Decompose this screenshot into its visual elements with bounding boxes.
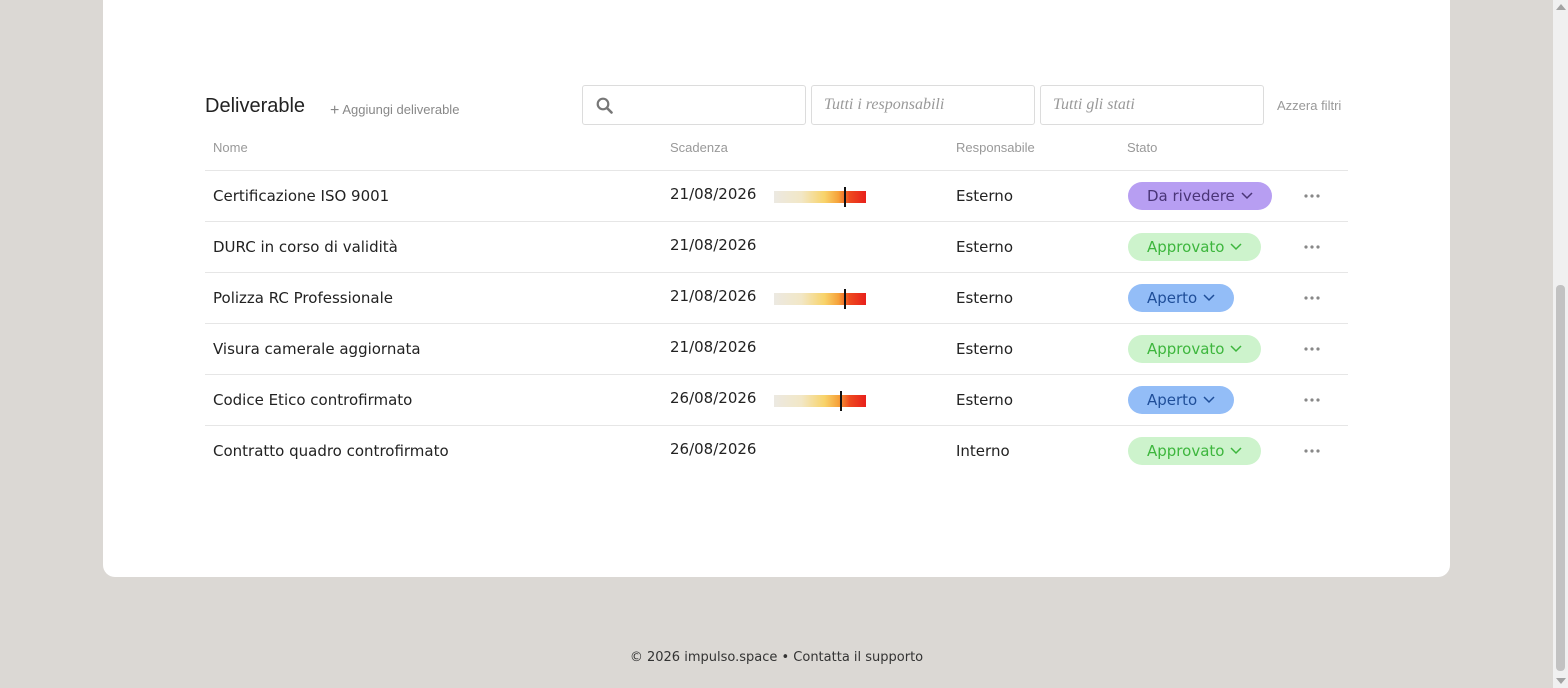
status-label: Approvato — [1147, 340, 1225, 358]
section-title: Deliverable — [205, 95, 306, 117]
table-row[interactable]: Codice Etico controfirmato 26/08/2026 Es… — [205, 375, 1348, 426]
filter-responsabile[interactable]: Tutti i responsabili — [811, 85, 1035, 125]
table-row[interactable]: Certificazione ISO 9001 21/08/2026 Ester… — [205, 171, 1348, 222]
status-dropdown[interactable]: Aperto — [1128, 284, 1235, 312]
column-header-name[interactable]: Nome — [213, 140, 248, 155]
more-options-icon[interactable] — [1303, 393, 1321, 407]
table-row[interactable]: Polizza RC Professionale 21/08/2026 Este… — [205, 273, 1348, 324]
search-box — [582, 85, 806, 125]
deliverable-name[interactable]: DURC in corso di validità — [213, 238, 398, 256]
deliverable-name[interactable]: Codice Etico controfirmato — [213, 391, 412, 409]
search-input[interactable] — [619, 86, 799, 124]
column-header-deadline[interactable]: Scadenza — [670, 140, 728, 155]
deliverables-table: Nome Scadenza Responsabile Stato Certifi… — [205, 130, 1348, 477]
table-row[interactable]: Visura camerale aggiornata 21/08/2026 Es… — [205, 324, 1348, 375]
deliverable-deadline: 21/08/2026 — [670, 236, 757, 254]
status-label: Aperto — [1147, 289, 1198, 307]
more-options-icon[interactable] — [1303, 240, 1321, 254]
deliverables-toolbar: Deliverable + Aggiungi deliverable Tutti … — [205, 84, 1350, 126]
table-row[interactable]: DURC in corso di validità 21/08/2026 Est… — [205, 222, 1348, 273]
add-deliverable-button[interactable]: + Aggiungi deliverable — [330, 101, 459, 119]
status-dropdown[interactable]: Da rivedere — [1128, 182, 1272, 210]
more-options-icon[interactable] — [1303, 189, 1321, 203]
filter-stato[interactable]: Tutti gli stati — [1040, 85, 1264, 125]
status-dropdown[interactable]: Approvato — [1128, 233, 1262, 261]
scrollbar-thumb[interactable] — [1556, 285, 1565, 671]
status-label: Approvato — [1147, 238, 1225, 256]
deliverable-deadline: 21/08/2026 — [670, 338, 757, 356]
search-icon — [596, 97, 613, 114]
footer: © 2026 impulso.space • Contatta il suppo… — [629, 650, 924, 665]
status-label: Approvato — [1147, 442, 1225, 460]
column-header-status[interactable]: Stato — [1127, 140, 1157, 155]
chevron-down-icon — [1241, 192, 1253, 200]
add-deliverable-label: Aggiungi deliverable — [342, 102, 460, 117]
chevron-down-icon — [1230, 345, 1242, 353]
deliverable-deadline: 21/08/2026 — [670, 287, 757, 305]
chevron-down-icon — [1203, 396, 1215, 404]
more-options-icon[interactable] — [1303, 342, 1321, 356]
deliverable-name[interactable]: Visura camerale aggiornata — [213, 340, 421, 358]
deliverable-name[interactable]: Polizza RC Professionale — [213, 289, 393, 307]
chevron-down-icon — [1230, 243, 1242, 251]
deliverable-name[interactable]: Certificazione ISO 9001 — [213, 187, 389, 205]
deadline-urgency-bar — [774, 391, 866, 411]
more-options-icon[interactable] — [1303, 444, 1321, 458]
deadline-urgency-bar — [774, 187, 866, 207]
more-options-icon[interactable] — [1303, 291, 1321, 305]
plus-icon: + — [330, 102, 340, 119]
deadline-marker — [843, 187, 846, 207]
reset-filters-button[interactable]: Azzera filtri — [1277, 98, 1341, 113]
table-body: Certificazione ISO 9001 21/08/2026 Ester… — [205, 171, 1348, 477]
deliverable-owner: Esterno — [956, 391, 1013, 409]
column-header-owner[interactable]: Responsabile — [956, 140, 1035, 155]
table-header: Nome Scadenza Responsabile Stato — [205, 130, 1348, 171]
status-label: Da rivedere — [1147, 187, 1235, 205]
chevron-down-icon — [1203, 294, 1215, 302]
status-label: Aperto — [1147, 391, 1198, 409]
deliverable-owner: Esterno — [956, 340, 1013, 358]
deliverable-owner: Esterno — [956, 187, 1013, 205]
deadline-urgency-bar — [774, 289, 866, 309]
deadline-marker — [840, 391, 843, 411]
table-row[interactable]: Contratto quadro controfirmato 26/08/202… — [205, 426, 1348, 477]
deliverable-name[interactable]: Contratto quadro controfirmato — [213, 442, 449, 460]
status-dropdown[interactable]: Aperto — [1128, 386, 1235, 414]
scroll-up-arrow-icon[interactable] — [1556, 4, 1566, 10]
deliverable-deadline: 26/08/2026 — [670, 389, 757, 407]
scroll-down-arrow-icon[interactable] — [1556, 678, 1566, 684]
scrollbar[interactable] — [1553, 0, 1568, 688]
status-dropdown[interactable]: Approvato — [1128, 437, 1262, 465]
deliverable-owner: Esterno — [956, 289, 1013, 307]
status-dropdown[interactable]: Approvato — [1128, 335, 1262, 363]
chevron-down-icon — [1230, 447, 1242, 455]
deliverable-deadline: 21/08/2026 — [670, 185, 757, 203]
deliverable-deadline: 26/08/2026 — [670, 440, 757, 458]
deadline-marker — [843, 289, 846, 309]
deliverable-owner: Interno — [956, 442, 1010, 460]
deliverable-owner: Esterno — [956, 238, 1013, 256]
